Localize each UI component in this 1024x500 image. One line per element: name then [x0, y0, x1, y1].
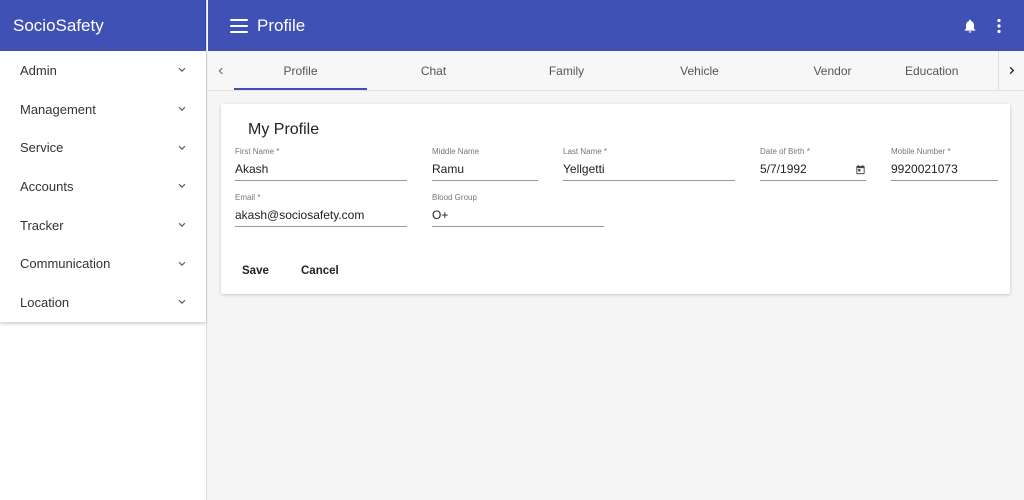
mobile-field: Mobile Number * 9920021073 [891, 147, 998, 181]
save-button[interactable]: Save [242, 265, 269, 277]
sidebar-item-admin[interactable]: Admin [0, 51, 206, 90]
sidebar-item-management[interactable]: Management [0, 90, 206, 129]
cancel-button[interactable]: Cancel [301, 265, 339, 277]
top-actions [962, 17, 1002, 35]
middle-name-field: Middle Name Ramu [432, 147, 538, 181]
blood-group-field: Blood Group O+ [432, 193, 604, 227]
blood-group-label: Blood Group [432, 193, 477, 202]
sidebar-item-label: Accounts [20, 178, 74, 194]
bell-icon[interactable] [962, 17, 978, 35]
chevron-down-icon [178, 145, 186, 150]
mobile-label: Mobile Number * [891, 147, 951, 156]
sidebar-item-label: Communication [20, 256, 111, 272]
profile-card: My Profile First Name * Akash Middle Nam… [221, 104, 1010, 294]
more-vert-icon[interactable] [996, 18, 1002, 34]
first-name-label: First Name * [235, 147, 280, 156]
last-name-value: Yellgetti [563, 162, 605, 176]
chevron-down-icon [178, 106, 186, 112]
sidebar-item-label: Service [20, 140, 64, 156]
hamburger-icon[interactable] [230, 18, 248, 33]
chevron-down-icon [178, 300, 186, 305]
sidebar-item-label: Admin [20, 62, 57, 78]
last-name-field: Last Name * Yellgetti [563, 147, 735, 181]
first-name-value: Akash [235, 162, 269, 176]
chevron-down-icon [178, 184, 186, 189]
dob-field: Date of Birth * 5/7/1992 [760, 147, 866, 181]
sidebar: SocioSafety Admin Management Service Acc… [0, 0, 207, 500]
mobile-input[interactable]: 9920021073 [891, 161, 998, 181]
tab-profile[interactable]: Profile [234, 51, 367, 90]
sidebar-item-label: Management [20, 101, 96, 117]
chevron-down-icon [178, 68, 186, 73]
chevron-down-icon [178, 222, 186, 228]
calendar-icon[interactable] [855, 164, 866, 175]
email-input[interactable]: akash@sociosafety.com [235, 207, 407, 227]
sidebar-item-accounts[interactable]: Accounts [0, 167, 206, 206]
first-name-input[interactable]: Akash [235, 161, 407, 181]
sidebar-item-communication[interactable]: Communication [0, 244, 206, 283]
sidebar-item-tracker[interactable]: Tracker [0, 206, 206, 245]
sidebar-nav: Admin Management Service Accounts Tracke… [0, 51, 206, 322]
page-title: Profile [257, 15, 306, 35]
brand-logo[interactable]: SocioSafety [0, 0, 206, 51]
first-name-field: First Name * Akash [235, 147, 407, 181]
tab-vendor[interactable]: Vendor [766, 51, 899, 90]
blood-group-input[interactable]: O+ [432, 207, 604, 227]
sidebar-item-location[interactable]: Location [0, 283, 206, 322]
tab-chat[interactable]: Chat [367, 51, 500, 90]
top-app-bar: Profile [208, 0, 1024, 51]
email-value: akash@sociosafety.com [235, 208, 365, 222]
middle-name-value: Ramu [432, 162, 465, 176]
tab-education[interactable]: Education [899, 51, 969, 90]
mobile-value: 9920021073 [891, 162, 958, 176]
sidebar-item-label: Location [20, 294, 70, 310]
last-name-input[interactable]: Yellgetti [563, 161, 735, 181]
dob-value: 5/7/1992 [760, 162, 807, 176]
card-title: My Profile [248, 121, 320, 138]
middle-name-label: Middle Name [432, 147, 480, 156]
chevron-down-icon [178, 261, 186, 266]
dob-input[interactable]: 5/7/1992 [760, 161, 866, 181]
middle-name-input[interactable]: Ramu [432, 161, 538, 181]
email-field: Email * akash@sociosafety.com [235, 193, 407, 227]
sidebar-item-service[interactable]: Service [0, 128, 206, 167]
tab-family[interactable]: Family [500, 51, 633, 90]
chevron-right-icon [1009, 66, 1015, 75]
dob-label: Date of Birth * [760, 147, 810, 156]
email-label: Email * [235, 193, 261, 202]
tab-vehicle[interactable]: Vehicle [633, 51, 766, 90]
chevron-left-icon [218, 67, 223, 74]
tab-scroll-left-button[interactable] [208, 51, 234, 90]
tab-scroll-right-button[interactable] [998, 51, 1024, 90]
sidebar-item-label: Tracker [20, 217, 64, 233]
blood-group-value: O+ [432, 208, 449, 222]
tabs: Profile Chat Family Vehicle Vendor Educa… [234, 51, 998, 90]
last-name-label: Last Name * [563, 147, 608, 156]
tab-bar: Profile Chat Family Vehicle Vendor Educa… [208, 51, 1024, 91]
